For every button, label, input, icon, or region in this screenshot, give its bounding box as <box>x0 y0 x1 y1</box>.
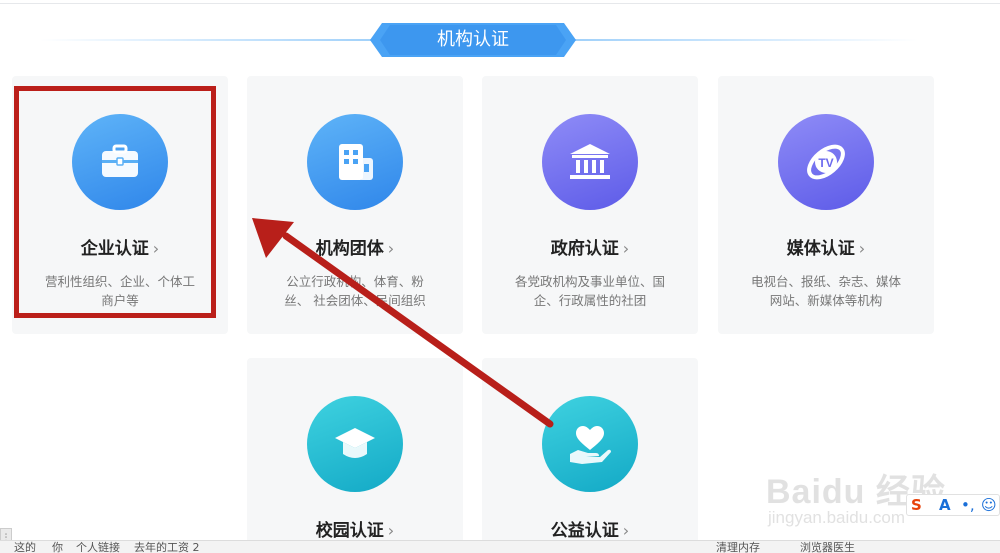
chevron-right-icon: › <box>387 239 395 258</box>
card-title-text: 政府认证 <box>550 239 619 259</box>
card-media-auth[interactable]: TV 媒体认证 › 电视台、报纸、杂志、媒体 网站、新媒体等机构 <box>718 76 934 334</box>
heart-hand-icon <box>570 426 611 464</box>
status-item[interactable]: 个人链接 <box>76 541 120 553</box>
card-title: 政府认证 › <box>482 234 698 259</box>
bottom-status-bar: 这的 你 个人链接 去年的工资 2 清理内存 浏览器医生 <box>0 540 1000 553</box>
card-title-text: 校园认证 <box>315 521 384 541</box>
card-description: 电视台、报纸、杂志、媒体 网站、新媒体等机构 <box>750 274 901 308</box>
status-item[interactable]: 你 <box>52 541 63 553</box>
section-header: 机构认证 <box>0 22 1000 58</box>
building-icon <box>339 144 373 180</box>
browser-doctor-button[interactable]: 浏览器医生 <box>800 541 855 553</box>
ime-mode-toggle[interactable]: A <box>939 495 951 515</box>
card-campus-auth[interactable]: 校园认证 › <box>247 358 463 553</box>
status-item[interactable]: 去年的工资 2 <box>134 541 200 553</box>
svg-text:TV: TV <box>818 156 833 170</box>
header-rule-left <box>40 39 380 41</box>
card-title: 机构团体 › <box>247 234 463 259</box>
ime-toolbar[interactable]: S A •, ☺ <box>906 494 1000 516</box>
card-description: 公立行政机构、体育、粉丝、 社会团体、民间组织 <box>284 274 426 308</box>
card-title: 媒体认证 › <box>718 234 934 259</box>
card-government-auth[interactable]: 政府认证 › 各党政机构及事业单位、国企、行政属性的社团 <box>482 76 698 334</box>
card-icon-circle <box>542 114 638 210</box>
status-item[interactable]: 这的 <box>14 541 36 553</box>
ime-punctuation-toggle[interactable]: •, <box>961 495 975 515</box>
page-title: 机构认证 <box>437 29 509 50</box>
emoji-icon[interactable]: ☺ <box>981 495 997 515</box>
card-title-text: 机构团体 <box>315 239 384 259</box>
chevron-right-icon: › <box>858 239 866 258</box>
card-organization-group[interactable]: 机构团体 › 公立行政机构、体育、粉丝、 社会团体、民间组织 <box>247 76 463 334</box>
card-title-text: 公益认证 <box>550 521 619 541</box>
chevron-right-icon: › <box>387 521 395 540</box>
card-icon-circle: TV <box>778 114 874 210</box>
ime-logo-icon[interactable]: S <box>911 495 922 515</box>
card-icon-circle <box>307 114 403 210</box>
card-icon-circle <box>307 396 403 492</box>
chevron-right-icon: › <box>622 521 630 540</box>
graduation-cap-icon <box>335 428 375 458</box>
card-charity-auth[interactable]: 公益认证 › <box>482 358 698 553</box>
card-description: 各党政机构及事业单位、国企、行政属性的社团 <box>514 274 665 308</box>
header-rule-right <box>568 39 918 41</box>
watermark-url: jingyan.baidu.com <box>768 508 906 527</box>
annotation-highlight-box <box>14 86 216 318</box>
card-title: 校园认证 › <box>247 516 463 541</box>
chevron-right-icon: › <box>622 239 630 258</box>
top-divider <box>0 0 1000 4</box>
card-title: 公益认证 › <box>482 516 698 541</box>
card-icon-circle <box>542 396 638 492</box>
clean-memory-button[interactable]: 清理内存 <box>716 541 760 553</box>
baidu-watermark: Baidu 经验 jingyan.baidu.com <box>766 448 1000 538</box>
government-building-icon <box>570 144 610 179</box>
tv-icon: TV <box>807 144 845 180</box>
card-title-text: 媒体认证 <box>786 239 855 259</box>
